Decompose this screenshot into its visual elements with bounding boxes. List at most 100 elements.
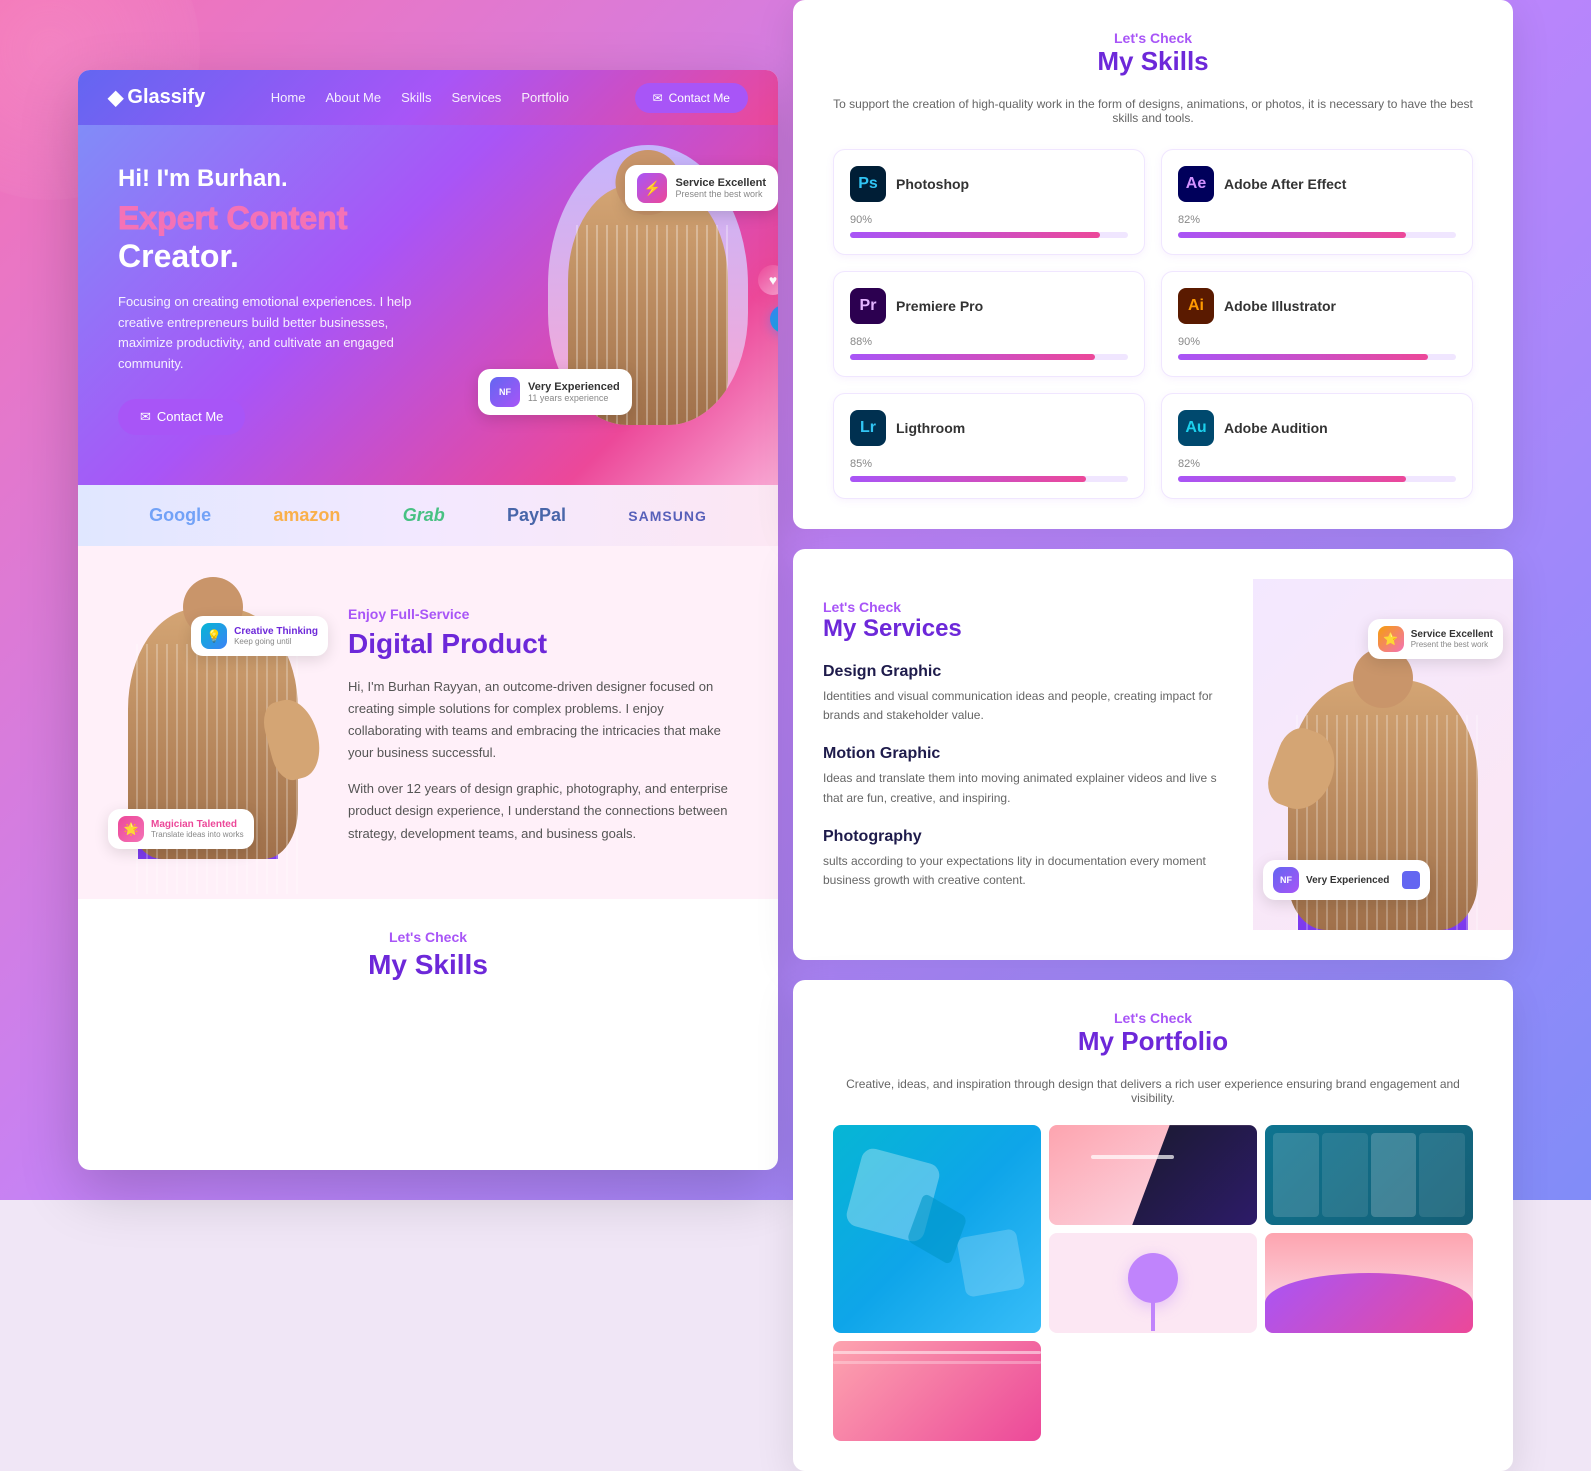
skills-teaser-title: My Skills (118, 949, 738, 981)
services-exp-icon: NF (1273, 867, 1299, 893)
service-title: Service Excellent (675, 177, 766, 189)
service-item-title-1: Motion Graphic (823, 745, 1223, 763)
skill-bar-fill-4 (850, 476, 1086, 482)
skill-header-4: Lr Ligthroom (850, 410, 1128, 446)
service-item-title-0: Design Graphic (823, 663, 1223, 681)
hero-contact-button[interactable]: ✉ Contact Me (118, 399, 245, 435)
skill-bar-bg-0 (850, 232, 1128, 238)
skill-bar-fill-0 (850, 232, 1100, 238)
service-item-desc-2: sults according to your expectations lit… (823, 852, 1223, 890)
services-square-badge (1402, 871, 1420, 889)
services-exp-text: Very Experienced (1306, 875, 1389, 886)
exp-sub: 11 years experience (528, 393, 620, 403)
skill-pct-4: 85% (850, 458, 1128, 470)
right-column: Let's Check My Skills To support the cre… (793, 0, 1513, 1471)
magician-talented-card: 🌟 Magician Talented Translate ideas into… (108, 809, 254, 849)
skill-name-3: Adobe Illustrator (1224, 298, 1336, 314)
nav-links: Home About Me Skills Services Portfolio (271, 90, 569, 105)
services-subtitle: Let's Check (823, 599, 1223, 615)
skill-bar-fill-5 (1178, 476, 1406, 482)
digital-desc1: Hi, I'm Burhan Rayyan, an outcome-driven… (348, 676, 738, 764)
nav-skills[interactable]: Skills (401, 90, 431, 105)
portfolio-dark-section (1132, 1125, 1257, 1225)
amazon-logo: amazon (273, 505, 340, 526)
portfolio-item-3[interactable] (1265, 1125, 1473, 1225)
portfolio-panel: Let's Check My Portfolio Creative, ideas… (793, 980, 1513, 1471)
email-icon-hero: ✉ (140, 409, 151, 425)
skill-header-1: Ae Adobe After Effect (1178, 166, 1456, 202)
service-item-title-2: Photography (823, 828, 1223, 846)
services-float-icon: ⭐ (1378, 626, 1404, 652)
service-card-text: Service Excellent Present the best work (675, 177, 766, 199)
portfolio-title: My Portfolio (833, 1026, 1473, 1057)
nav-contact-button[interactable]: ✉ Contact Me (635, 83, 748, 113)
digital-person-area: 💡 Creative Thinking Keep going until 🌟 M… (118, 586, 318, 859)
stripe-4 (1419, 1133, 1465, 1217)
stripe-1 (1273, 1133, 1319, 1217)
portfolio-item-1[interactable] (833, 1125, 1041, 1333)
skill-card-3: Ai Adobe Illustrator 90% (1161, 271, 1473, 377)
paypal-logo: PayPal (507, 505, 566, 526)
portfolio-item-5[interactable] (1265, 1233, 1473, 1333)
grab-logo: Grab (403, 505, 445, 526)
skill-bar-fill-2 (850, 354, 1095, 360)
service-item-2: Photography sults according to your expe… (823, 828, 1223, 890)
wave-shape (1265, 1273, 1473, 1333)
skill-header-5: Au Adobe Audition (1178, 410, 1456, 446)
service-item-0: Design Graphic Identities and visual com… (823, 663, 1223, 725)
creative-icon: 💡 (201, 623, 227, 649)
skill-icon-3: Ai (1178, 288, 1214, 324)
samsung-logo: SAMSUNG (628, 508, 707, 524)
digital-section: 💡 Creative Thinking Keep going until 🌟 M… (78, 546, 778, 899)
skills-grid: Ps Photoshop 90% Ae Adobe After Effect 8… (833, 149, 1473, 499)
skill-name-1: Adobe After Effect (1224, 176, 1346, 192)
skill-pct-2: 88% (850, 336, 1128, 348)
skills-description: To support the creation of high-quality … (833, 97, 1473, 125)
services-text: Let's Check My Services Design Graphic I… (793, 579, 1253, 930)
hero-description: Focusing on creating emotional experienc… (118, 292, 438, 375)
digital-title: Digital Product (348, 628, 738, 660)
services-person-area: ⭐ Service Excellent Present the best wor… (1253, 579, 1513, 930)
skill-pct-1: 82% (1178, 214, 1456, 226)
portfolio-grid (833, 1125, 1473, 1441)
skill-card-5: Au Adobe Audition 82% (1161, 393, 1473, 499)
skill-card-4: Lr Ligthroom 85% (833, 393, 1145, 499)
digital-desc2: With over 12 years of design graphic, ph… (348, 778, 738, 844)
skill-icon-1: Ae (1178, 166, 1214, 202)
service-item-desc-0: Identities and visual communication idea… (823, 687, 1223, 725)
nav-about[interactable]: About Me (325, 90, 381, 105)
skill-card-2: Pr Premiere Pro 88% (833, 271, 1145, 377)
portfolio-description: Creative, ideas, and inspiration through… (833, 1077, 1473, 1105)
exp-title: Very Experienced (528, 381, 620, 393)
skill-icon-4: Lr (850, 410, 886, 446)
digital-subtitle: Enjoy Full-Service (348, 606, 738, 622)
nav-portfolio[interactable]: Portfolio (521, 90, 569, 105)
skill-pct-0: 90% (850, 214, 1128, 226)
nav-logo: ◆ Glassify (108, 85, 205, 110)
services-float-card: ⭐ Service Excellent Present the best wor… (1368, 619, 1503, 659)
portfolio-item-4[interactable] (1049, 1233, 1257, 1333)
magician-title: Magician Talented (151, 819, 244, 830)
portfolio-subtitle: Let's Check (833, 1010, 1473, 1026)
skill-card-1: Ae Adobe After Effect 82% (1161, 149, 1473, 255)
skill-pct-3: 90% (1178, 336, 1456, 348)
hero-text: Hi! I'm Burhan. Expert Content Creator. … (118, 165, 438, 435)
nav-home[interactable]: Home (271, 90, 306, 105)
skill-header-2: Pr Premiere Pro (850, 288, 1128, 324)
hero-greeting: Hi! I'm Burhan. (118, 165, 438, 193)
experienced-card: NF Very Experienced 11 years experience (478, 369, 632, 415)
skills-teaser-section: Let's Check My Skills (78, 899, 778, 1011)
portfolio-item-2[interactable] (1049, 1125, 1257, 1225)
portfolio-header: Let's Check My Portfolio (833, 1010, 1473, 1057)
google-logo: Google (149, 505, 211, 526)
nav-services[interactable]: Services (451, 90, 501, 105)
services-exp-title: Very Experienced (1306, 875, 1389, 886)
portfolio-item-6[interactable] (833, 1341, 1041, 1441)
skill-bar-bg-2 (850, 354, 1128, 360)
creative-title: Creative Thinking (234, 626, 318, 637)
service-excellent-card: ⚡ Service Excellent Present the best wor… (625, 165, 778, 211)
skill-bar-fill-3 (1178, 354, 1428, 360)
skill-name-0: Photoshop (896, 176, 969, 192)
skills-subtitle: Let's Check (833, 30, 1473, 46)
navbar: ◆ Glassify Home About Me Skills Services… (78, 70, 778, 125)
